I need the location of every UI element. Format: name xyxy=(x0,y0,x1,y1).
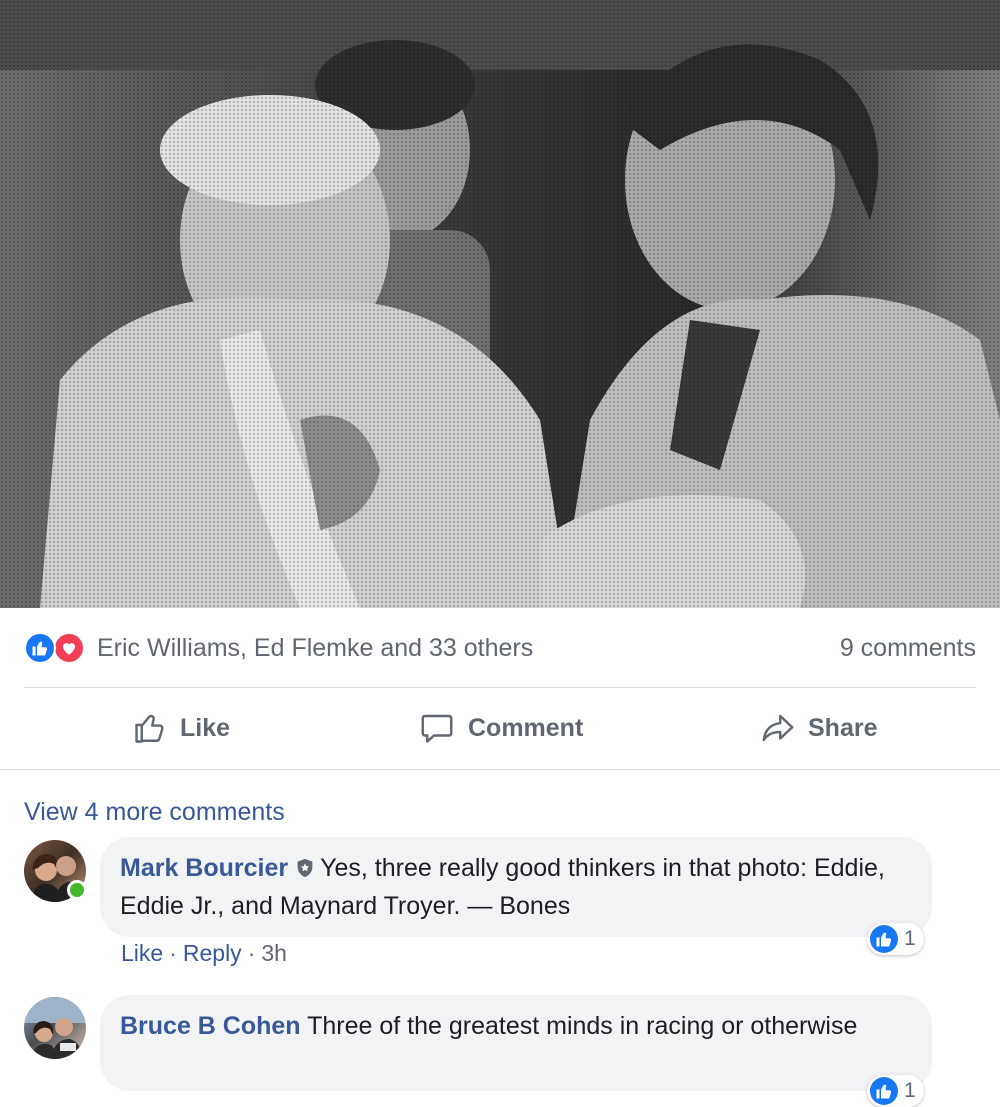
like-reaction-icon xyxy=(870,1077,898,1105)
thumbs-up-icon xyxy=(135,714,164,743)
comment-actions: Like · Reply · 3h xyxy=(121,940,287,967)
comment-button[interactable]: Comment xyxy=(418,708,583,748)
reaction-summary: Eric Williams, Ed Flemke and 33 others 9… xyxy=(24,628,976,668)
action-bar: Like Comment Share xyxy=(0,690,1000,768)
separator: · xyxy=(247,940,256,966)
avatar[interactable] xyxy=(24,997,86,1059)
comment-button-label: Comment xyxy=(468,713,584,742)
like-reaction-icon xyxy=(24,632,56,664)
photo-image xyxy=(0,0,1000,608)
like-button[interactable]: Like xyxy=(132,708,230,748)
share-arrow-icon xyxy=(762,714,794,742)
reaction-icons[interactable] xyxy=(24,632,90,666)
comment-author[interactable]: Bruce B Cohen xyxy=(120,1012,301,1040)
avatar-photo xyxy=(24,997,86,1059)
share-button[interactable]: Share xyxy=(760,708,877,748)
comment-like-link[interactable]: Like xyxy=(121,940,163,966)
shield-badge-icon xyxy=(294,854,316,889)
love-reaction-icon xyxy=(53,632,85,664)
reaction-count: 1 xyxy=(904,1079,916,1102)
online-status-indicator xyxy=(67,880,87,900)
like-button-label: Like xyxy=(180,713,231,742)
comment-count[interactable]: 9 comments xyxy=(840,634,976,663)
post-photo[interactable] xyxy=(0,0,1000,608)
comment-reply-link[interactable]: Reply xyxy=(183,940,242,966)
comment-timestamp[interactable]: 3h xyxy=(261,940,287,966)
comment-bubble: Bruce B Cohen Three of the greatest mind… xyxy=(100,995,932,1091)
divider xyxy=(0,769,1000,770)
reaction-count: 1 xyxy=(904,927,916,950)
comment-reaction-count[interactable]: 1 xyxy=(867,923,924,955)
comment-author[interactable]: Mark Bourcier xyxy=(120,854,288,882)
divider xyxy=(24,687,976,688)
share-button-label: Share xyxy=(808,713,878,742)
view-more-comments-link[interactable]: View 4 more comments xyxy=(24,798,285,827)
reaction-names[interactable]: Eric Williams, Ed Flemke and 33 others xyxy=(97,634,533,663)
comment-bubble: Mark Bourcier Yes, three really good thin… xyxy=(100,837,932,937)
comment-reaction-count[interactable]: 1 xyxy=(867,1075,924,1107)
comment-text: Three of the greatest minds in racing or… xyxy=(307,1012,858,1040)
like-reaction-icon xyxy=(870,925,898,953)
separator: · xyxy=(169,940,177,966)
speech-bubble-icon xyxy=(421,714,453,743)
